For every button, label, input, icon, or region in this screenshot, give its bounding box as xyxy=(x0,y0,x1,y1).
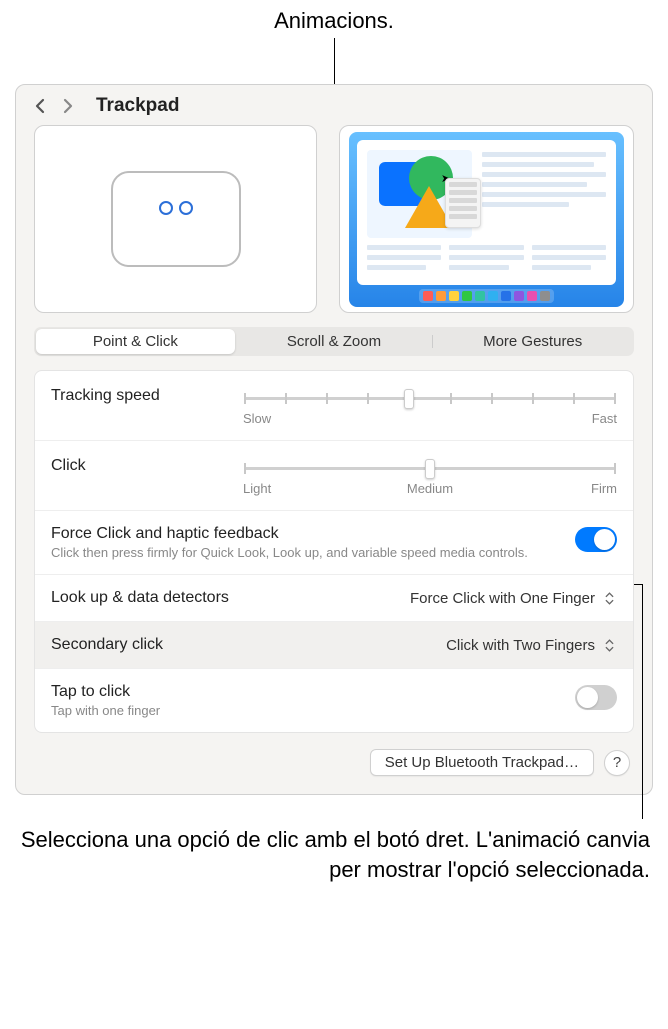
chevron-updown-icon xyxy=(601,589,617,607)
tab-scroll-and-zoom[interactable]: Scroll & Zoom xyxy=(235,329,434,354)
tap-to-click-toggle[interactable] xyxy=(575,685,617,710)
secondary-click-label: Secondary click xyxy=(51,636,163,654)
tap-to-click-row: Tap to click Tap with one finger xyxy=(35,669,633,732)
finger-dot-icon xyxy=(179,201,193,215)
footer-row: Set Up Bluetooth Trackpad… ? xyxy=(16,733,652,776)
trackpad-animation-preview xyxy=(34,125,317,313)
dock-icon xyxy=(419,289,554,303)
settings-list: Tracking speed Slow Fast Click Light Med… xyxy=(34,370,634,733)
look-up-label: Look up & data detectors xyxy=(51,589,229,607)
force-click-desc: Click then press firmly for Quick Look, … xyxy=(51,545,563,560)
screen-animation-preview: ➤ xyxy=(339,125,634,313)
callout-leader-line-bottom xyxy=(642,584,643,819)
look-up-row: Look up & data detectors Force Click wit… xyxy=(35,575,633,622)
force-click-toggle[interactable] xyxy=(575,527,617,552)
click-label: Click xyxy=(51,455,231,475)
forward-button[interactable] xyxy=(58,96,78,116)
window-header: Trackpad xyxy=(16,85,652,125)
tab-more-gestures[interactable]: More Gestures xyxy=(433,329,632,354)
click-row: Click Light Medium Firm xyxy=(35,441,633,511)
tap-to-click-label: Tap to click xyxy=(51,683,563,701)
callout-leader-line-top xyxy=(334,38,335,84)
tab-point-and-click[interactable]: Point & Click xyxy=(36,329,235,354)
secondary-click-row: Secondary click Click with Two Fingers xyxy=(35,622,633,669)
callout-bottom-label: Selecciona una opció de clic amb el botó… xyxy=(0,795,668,894)
force-click-row: Force Click and haptic feedback Click th… xyxy=(35,511,633,575)
click-slider[interactable]: Light Medium Firm xyxy=(243,455,617,496)
help-button[interactable]: ? xyxy=(604,750,630,776)
tracking-speed-slider[interactable]: Slow Fast xyxy=(243,385,617,426)
page-title: Trackpad xyxy=(96,95,179,117)
tap-to-click-desc: Tap with one finger xyxy=(51,703,563,718)
callout-top-label: Animacions. xyxy=(0,0,668,38)
force-click-label: Force Click and haptic feedback xyxy=(51,525,563,543)
finger-dot-icon xyxy=(159,201,173,215)
tracking-speed-row: Tracking speed Slow Fast xyxy=(35,371,633,441)
chevron-updown-icon xyxy=(601,636,617,654)
back-button[interactable] xyxy=(30,96,50,116)
setup-bluetooth-button[interactable]: Set Up Bluetooth Trackpad… xyxy=(370,749,594,776)
context-menu-icon xyxy=(445,178,481,228)
tracking-speed-label: Tracking speed xyxy=(51,385,231,405)
tab-bar: Point & Click Scroll & Zoom More Gesture… xyxy=(34,327,634,356)
look-up-dropdown[interactable]: Force Click with One Finger xyxy=(410,589,617,607)
secondary-click-dropdown[interactable]: Click with Two Fingers xyxy=(446,636,617,654)
trackpad-icon xyxy=(111,171,241,267)
settings-window: Trackpad ➤ xyxy=(15,84,653,795)
preview-row: ➤ xyxy=(16,125,652,313)
